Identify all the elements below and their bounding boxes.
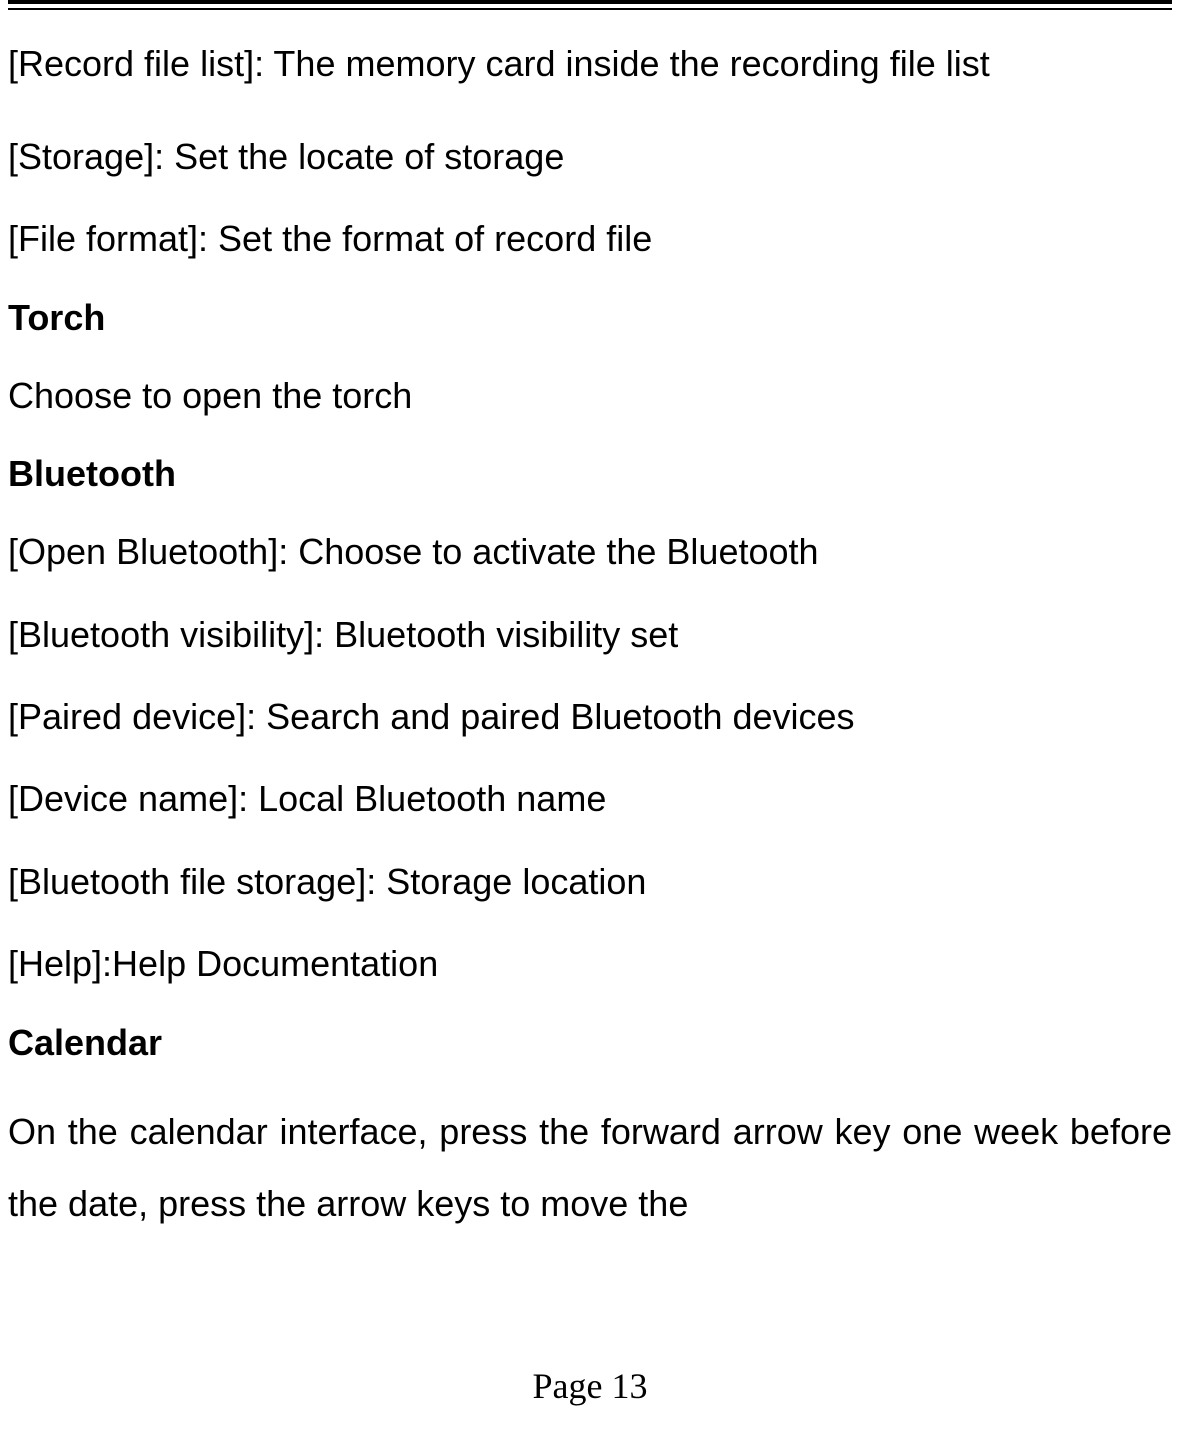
paragraph-help: [Help]:Help Documentation	[8, 939, 1172, 989]
heading-calendar: Calendar	[8, 1022, 1172, 1064]
paragraph-torch-desc: Choose to open the torch	[8, 371, 1172, 421]
paragraph-bluetooth-file-storage: [Bluetooth file storage]: Storage locati…	[8, 857, 1172, 907]
heading-bluetooth: Bluetooth	[8, 453, 1172, 495]
paragraph-bluetooth-visibility: [Bluetooth visibility]: Bluetooth visibi…	[8, 610, 1172, 660]
paragraph-storage: [Storage]: Set the locate of storage	[8, 132, 1172, 182]
paragraph-open-bluetooth: [Open Bluetooth]: Choose to activate the…	[8, 527, 1172, 577]
paragraph-file-format: [File format]: Set the format of record …	[8, 214, 1172, 264]
page-container: [Record file list]: The memory card insi…	[0, 0, 1180, 1240]
page-number: Page 13	[0, 1365, 1180, 1407]
content-area: [Record file list]: The memory card insi…	[8, 28, 1172, 1240]
paragraph-calendar-desc: On the calendar interface, press the for…	[8, 1096, 1172, 1240]
paragraph-device-name: [Device name]: Local Bluetooth name	[8, 774, 1172, 824]
paragraph-record-file-list: [Record file list]: The memory card insi…	[8, 28, 1172, 100]
paragraph-paired-device: [Paired device]: Search and paired Bluet…	[8, 692, 1172, 742]
horizontal-rule	[8, 0, 1172, 10]
heading-torch: Torch	[8, 297, 1172, 339]
